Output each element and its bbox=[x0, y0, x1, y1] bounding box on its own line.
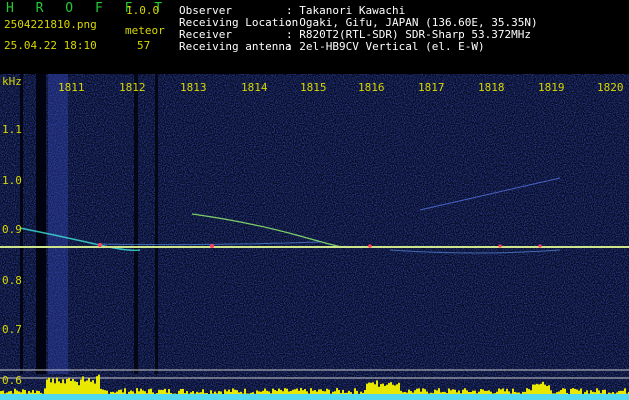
x-tick-label: 1811 bbox=[58, 81, 85, 94]
x-tick-label: 1819 bbox=[538, 81, 565, 94]
noise-texture bbox=[0, 74, 629, 400]
echo-spot bbox=[538, 244, 542, 248]
antenna-key: Receiving antenna bbox=[179, 40, 292, 53]
y-tick-label: 0.9 bbox=[2, 223, 22, 236]
echo-spot bbox=[98, 243, 102, 247]
spectrogram-plot bbox=[0, 74, 629, 400]
noise-band bbox=[48, 74, 68, 374]
antenna-value: : 2el-HB9CV Vertical (el. E-W) bbox=[286, 40, 485, 53]
x-tick-label: 1820 bbox=[597, 81, 624, 94]
y-unit-label: kHz bbox=[2, 75, 22, 88]
x-tick-label: 1812 bbox=[119, 81, 146, 94]
echo-spot bbox=[210, 244, 214, 248]
datetime-label: 25.04.22 18:10 bbox=[4, 39, 97, 52]
echo-spot bbox=[368, 244, 372, 248]
gap-strip bbox=[36, 74, 46, 374]
x-tick-label: 1813 bbox=[180, 81, 207, 94]
x-tick-label: 1817 bbox=[418, 81, 445, 94]
x-tick-label: 1815 bbox=[300, 81, 327, 94]
meteor-count: 57 bbox=[137, 39, 151, 52]
version-label: 1.0.0 bbox=[126, 4, 160, 17]
echo-spot bbox=[498, 244, 502, 248]
filename-label: 2504221810.png bbox=[4, 18, 97, 31]
gap-strip bbox=[155, 74, 158, 374]
y-tick-label: 1.1 bbox=[2, 123, 22, 136]
x-tick-label: 1814 bbox=[241, 81, 268, 94]
x-tick-label: 1818 bbox=[478, 81, 505, 94]
x-tick-label: 1816 bbox=[358, 81, 385, 94]
y-tick-label: 0.7 bbox=[2, 323, 22, 336]
y-tick-label: 1.0 bbox=[2, 174, 22, 187]
mode-label: meteor bbox=[125, 24, 165, 37]
y-tick-label: 0.6 bbox=[2, 374, 22, 387]
header-panel: H R O F F T 1.0.0 2504221810.png meteor … bbox=[0, 0, 629, 74]
y-tick-label: 0.8 bbox=[2, 274, 22, 287]
spectrogram-canvas bbox=[0, 74, 629, 400]
gap-strip bbox=[134, 74, 138, 374]
